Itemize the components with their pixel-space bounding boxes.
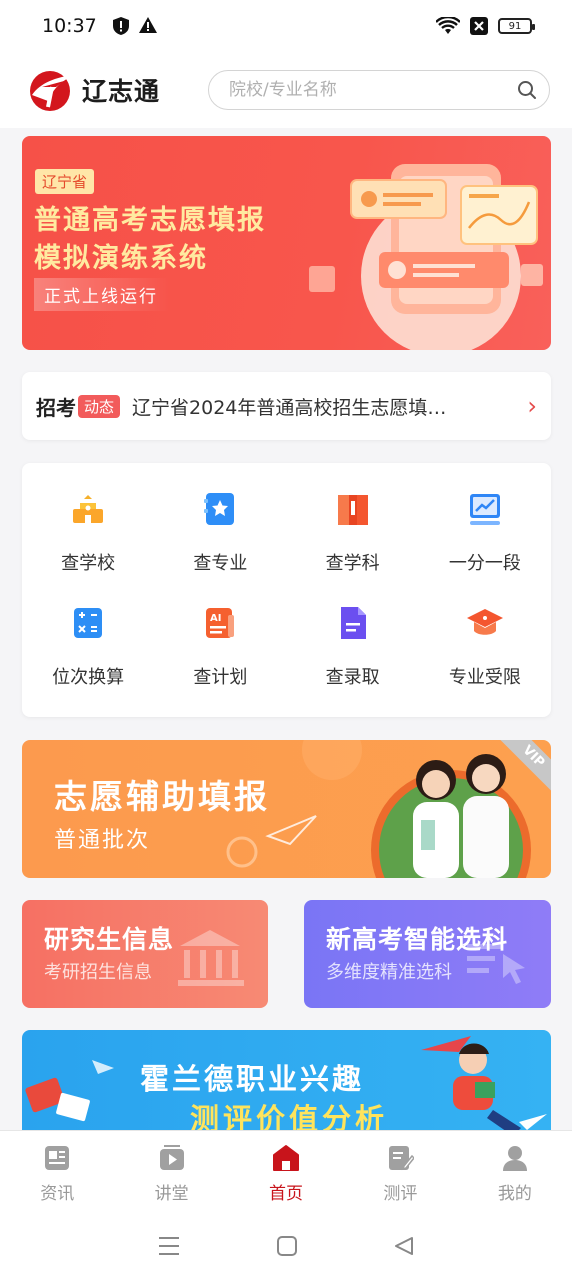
postgraduate-title: 研究生信息 (44, 925, 175, 954)
grid-item-score-rank[interactable]: 一分一段 (419, 489, 551, 585)
subject-selection-card[interactable]: 新高考智能选科 多维度精准选科 (304, 900, 551, 1008)
status-time: 10:37 (42, 15, 97, 37)
grid-item-plan[interactable]: AI 查计划 (154, 603, 286, 699)
banner-subtitle: 正式上线运行 (34, 278, 170, 311)
news-ticker[interactable]: 招考 动态 辽宁省2024年普通高校招生志愿填… › (22, 372, 551, 440)
news-headline[interactable]: 辽宁省2024年普通高校招生志愿填… (132, 393, 487, 420)
bottom-tab-bar: 资讯 讲堂 首页 测评 我的 (0, 1130, 572, 1212)
warning-icon (138, 17, 157, 33)
graduation-cap-icon (465, 603, 505, 643)
tab-profile[interactable]: 我的 (458, 1131, 572, 1212)
books-illustration-icon (25, 1060, 114, 1122)
search-input[interactable] (229, 80, 517, 100)
wifi-icon (436, 17, 460, 34)
search-icon[interactable] (517, 80, 537, 100)
subject-selection-title: 新高考智能选科 (326, 925, 509, 954)
major-icon (200, 489, 240, 529)
system-nav-bar (0, 1212, 572, 1280)
tab-label: 测评 (383, 1184, 418, 1204)
tab-label: 讲堂 (154, 1184, 189, 1204)
profile-icon (500, 1143, 530, 1173)
logo-mark-icon (30, 71, 74, 111)
grid-label: 查录取 (325, 667, 380, 688)
home-icon (271, 1143, 301, 1173)
menu-icon[interactable] (158, 1236, 180, 1256)
home-square-icon[interactable] (276, 1236, 297, 1256)
phone-illustration-icon (309, 164, 543, 350)
svg-text:AI: AI (210, 613, 221, 624)
chevron-right-icon[interactable]: › (527, 392, 537, 420)
promo-banner[interactable]: 辽宁省 普通高考志愿填报 模拟演练系统 正式上线运行 (22, 136, 551, 350)
grid-label: 查学校 (61, 553, 116, 574)
ai-plan-icon: AI (200, 603, 240, 643)
grid-item-rank-convert[interactable]: 位次换算 (22, 603, 154, 699)
video-icon (157, 1143, 187, 1173)
app-logo: 辽志通 (26, 67, 160, 113)
app-name: 辽志通 (82, 77, 161, 106)
tab-label: 资讯 (40, 1184, 75, 1204)
institution-icon (178, 930, 244, 986)
banner-title-line2: 模拟演练系统 (34, 243, 208, 274)
grid-label: 一分一段 (448, 553, 521, 574)
grid-label: 查计划 (193, 667, 248, 688)
grid-item-subject[interactable]: 查学科 (287, 489, 419, 585)
back-triangle-icon[interactable] (394, 1236, 414, 1256)
banner-title-line1: 普通高考志愿填报 (34, 205, 266, 236)
document-icon (333, 603, 373, 643)
assessment-icon (385, 1143, 415, 1173)
grid-item-school[interactable]: 查学校 (22, 489, 154, 585)
grid-label: 查专业 (193, 553, 248, 574)
shield-alert-icon (112, 17, 129, 35)
tab-news[interactable]: 资讯 (0, 1131, 114, 1212)
tab-lecture[interactable]: 讲堂 (114, 1131, 228, 1212)
grid-label: 查学科 (325, 553, 380, 574)
grid-item-restricted[interactable]: 专业受限 (419, 603, 551, 699)
flying-student-illustration-icon (421, 1036, 547, 1136)
subject-selection-subtitle: 多维度精准选科 (326, 962, 452, 983)
aid-subtitle: 普通批次 (54, 828, 151, 853)
battery-level: 91 (508, 20, 522, 32)
grid-label: 专业受限 (448, 667, 521, 688)
school-icon (68, 489, 108, 529)
application-aid-banner[interactable]: 志愿辅助填报 普通批次 VIP (22, 740, 551, 878)
grid-item-major[interactable]: 查专业 (154, 489, 286, 585)
calculator-icon (68, 603, 108, 643)
news-icon (42, 1143, 72, 1173)
grid-item-admission[interactable]: 查录取 (287, 603, 419, 699)
province-tag: 辽宁省 (35, 169, 95, 194)
news-label: 招考 (36, 395, 76, 420)
tab-assessment[interactable]: 测评 (343, 1131, 457, 1212)
students-illustration-icon (371, 754, 531, 878)
aid-title: 志愿辅助填报 (54, 777, 270, 816)
battery-icon: 91 (498, 18, 535, 34)
postgraduate-card[interactable]: 研究生信息 考研招生信息 (22, 900, 268, 1008)
grid-label: 位次换算 (52, 667, 125, 688)
news-tag: 动态 (78, 394, 121, 418)
tab-home[interactable]: 首页 (229, 1131, 343, 1212)
tab-label: 首页 (269, 1184, 304, 1204)
postgraduate-subtitle: 考研招生信息 (44, 962, 152, 983)
status-bar: 10:37 91 (0, 0, 572, 52)
app-header: 辽志通 (0, 52, 572, 128)
subject-book-icon (333, 489, 373, 529)
search-bar[interactable] (208, 70, 550, 110)
tab-label: 我的 (497, 1184, 532, 1204)
no-sim-icon (470, 17, 488, 35)
holland-title: 霍兰德职业兴趣 (140, 1062, 365, 1096)
feature-grid: 查学校 查专业 查学科 一分一段 位次换算 AI 查计划 查录取 专业受限 (22, 463, 551, 717)
chart-icon (465, 489, 505, 529)
holland-test-banner[interactable]: 霍兰德职业兴趣 测评价值分析 (22, 1030, 551, 1140)
